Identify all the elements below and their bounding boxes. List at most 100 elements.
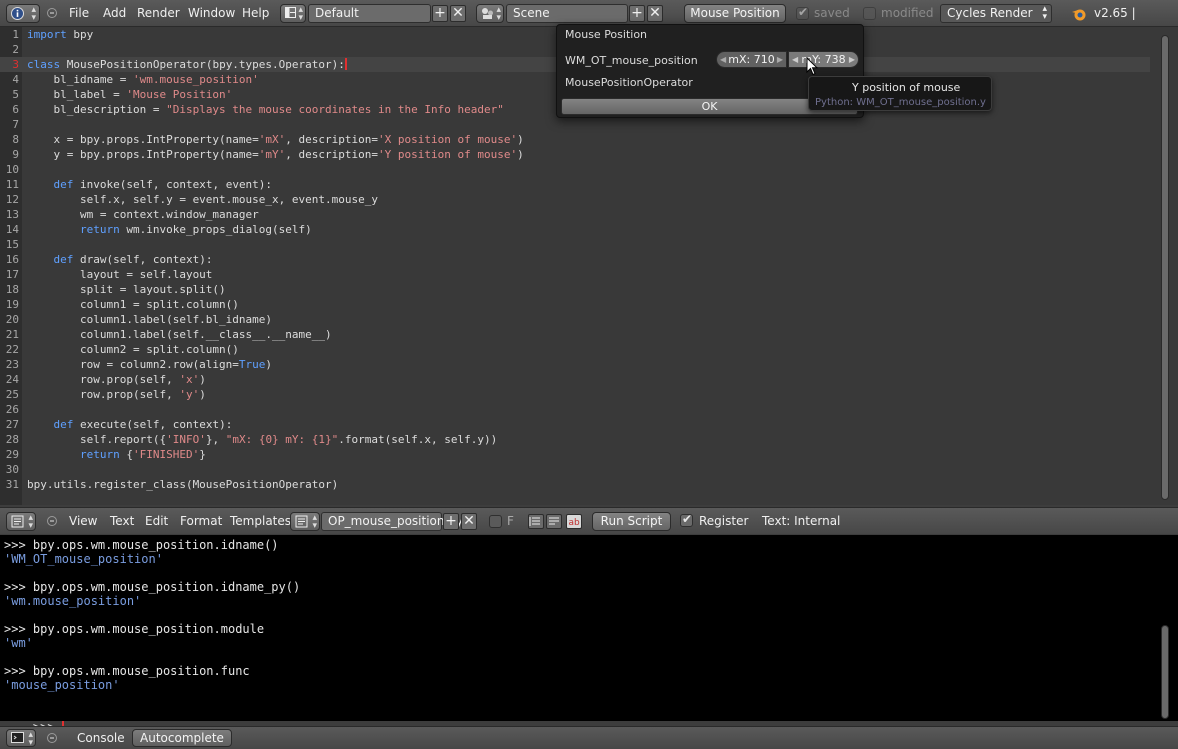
line-number: 16 [5,253,19,266]
chevron-updown-icon: ▴ ▾ [298,5,303,23]
code-text: column1.label(self.__class__.__name__) [27,328,332,341]
code-text: bl_description = "Displays the mouse coo… [27,103,504,116]
mx-number-field[interactable]: ◀ mX: 710 ▶ [716,51,787,68]
code-line[interactable]: 15 [0,237,1150,252]
menu-window[interactable]: Window [188,0,235,27]
screen-layout-button[interactable]: ▴ ▾ [280,4,306,23]
scene-button[interactable]: ▴ ▾ [476,4,504,23]
code-line[interactable]: 14 return wm.invoke_props_dialog(self) [0,222,1150,237]
version-stats: v2.65 | Verts:8 | [1094,6,1144,47]
line-number: 2 [12,43,19,56]
code-line[interactable]: 16 def draw(self, context): [0,252,1150,267]
code-line[interactable]: 17 layout = self.layout [0,267,1150,282]
line-numbers-toggle-icon[interactable] [528,514,544,529]
code-line[interactable]: 21 column1.label(self.__class__.__name__… [0,327,1150,342]
collapse-menus-icon[interactable] [47,516,57,526]
line-number: 27 [5,418,19,431]
tooltip: Y position of mouse Python: WM_OT_mouse_… [808,76,992,111]
code-line[interactable]: 30 [0,462,1150,477]
code-line[interactable]: 10 [0,162,1150,177]
add-screen-icon[interactable]: + [432,5,448,22]
console-prompt-line[interactable]: >>> [4,706,64,734]
blender-logo-icon [1071,6,1087,22]
menu-file[interactable]: File [69,0,89,27]
console-output-line: 'wm' [4,636,33,650]
dialog-title: Mouse Position [565,28,648,41]
svg-text:ab: ab [569,518,581,528]
line-number: 5 [12,88,19,101]
editor-type-button[interactable]: ▴ ▾ [6,4,40,23]
editor-scrollbar[interactable] [1161,35,1169,500]
screen-layout-field[interactable]: Default [308,4,431,23]
collapse-menus-icon[interactable] [47,733,57,743]
fake-user-checkbox[interactable] [489,515,502,528]
autocomplete-button[interactable]: Autocomplete [132,729,232,747]
code-line[interactable]: 9 y = bpy.props.IntProperty(name='mY', d… [0,147,1150,162]
code-line[interactable]: 12 self.x, self.y = event.mouse_x, event… [0,192,1150,207]
run-script-button[interactable]: Run Script [592,512,671,531]
line-number: 22 [5,343,19,356]
code-line[interactable]: 8 x = bpy.props.IntProperty(name='mX', d… [0,132,1150,147]
decrement-arrow-icon[interactable]: ◀ [792,52,798,67]
code-line[interactable]: 20 column1.label(self.bl_idname) [0,312,1150,327]
menu-render[interactable]: Render [137,0,180,27]
menu-view[interactable]: View [69,508,97,535]
code-line[interactable]: 7 [0,117,1150,132]
code-line[interactable]: 19 column1 = split.column() [0,297,1150,312]
menu-format[interactable]: Format [180,508,222,535]
text-browse-button[interactable]: ▴ ▾ [290,512,320,531]
code-line[interactable]: 26 [0,402,1150,417]
code-line[interactable]: 22 column2 = split.column() [0,342,1150,357]
scene-field[interactable]: Scene [506,4,628,23]
code-text: split = layout.split() [27,283,226,296]
menu-console[interactable]: Console [77,727,125,749]
decrement-arrow-icon[interactable]: ◀ [720,52,726,67]
line-number: 13 [5,208,19,221]
editor-type-button[interactable]: ▴ ▾ [6,512,36,531]
menu-edit[interactable]: Edit [145,508,168,535]
chevron-updown-icon: ▴ ▾ [31,5,36,23]
word-wrap-toggle-icon[interactable] [546,514,562,529]
python-console[interactable]: >>> bpy.ops.wm.mouse_position.idname() 'W… [0,535,1178,734]
code-line[interactable]: 11 def invoke(self, context, event): [0,177,1150,192]
code-line[interactable]: 31 bpy.utils.register_class(MousePosition… [0,477,1150,492]
menu-templates[interactable]: Templates [230,508,291,535]
mouse-position-button[interactable]: Mouse Position [684,4,786,23]
code-line[interactable]: 23 row = column2.row(align=True) [0,357,1150,372]
console-scrollbar[interactable] [1161,625,1169,719]
menu-text[interactable]: Text [110,508,134,535]
add-scene-icon[interactable]: + [629,5,645,22]
modified-checkbox [863,7,876,20]
collapse-menus-icon[interactable] [47,8,57,18]
mouse-pointer-icon [806,56,819,76]
remove-screen-icon[interactable]: ✕ [450,5,466,22]
editor-type-button[interactable]: ▴ ▾ [6,729,36,748]
code-text: row.prop(self, 'x') [27,373,206,386]
code-text: row.prop(self, 'y') [27,388,206,401]
register-checkbox[interactable] [680,512,693,527]
text-filename-field[interactable]: OP_mouse_position.py [321,512,463,531]
remove-scene-icon[interactable]: ✕ [647,5,663,22]
increment-arrow-icon[interactable]: ▶ [777,52,783,67]
code-text: column1.label(self.bl_idname) [27,313,273,326]
unlink-text-icon[interactable]: ✕ [461,513,477,530]
menu-add[interactable]: Add [103,0,126,27]
code-text: bl_label = 'Mouse Position' [27,88,233,101]
code-line[interactable]: 29 return {'FINISHED'} [0,447,1150,462]
line-number: 10 [5,163,19,176]
syntax-highlight-toggle-icon[interactable]: ab [566,514,582,529]
line-number: 31 [5,478,19,491]
menu-help[interactable]: Help [242,0,269,27]
new-text-icon[interactable]: + [443,513,459,530]
code-line[interactable]: 24 row.prop(self, 'x') [0,372,1150,387]
mx-value: mX: 710 [728,53,775,66]
increment-arrow-icon[interactable]: ▶ [849,52,855,67]
code-text: return wm.invoke_props_dialog(self) [79,223,312,236]
my-number-field[interactable]: ◀ mY: 738 ▶ [788,51,859,68]
code-line[interactable]: 27 def execute(self, context): [0,417,1150,432]
code-line[interactable]: 18 split = layout.split() [0,282,1150,297]
code-line[interactable]: 13 wm = context.window_manager [0,207,1150,222]
code-line[interactable]: 25 row.prop(self, 'y') [0,387,1150,402]
code-line[interactable]: 28 self.report({'INFO'}, "mX: {0} mY: {1… [0,432,1150,447]
render-engine-select[interactable]: Cycles Render ▴ ▾ [940,4,1052,23]
